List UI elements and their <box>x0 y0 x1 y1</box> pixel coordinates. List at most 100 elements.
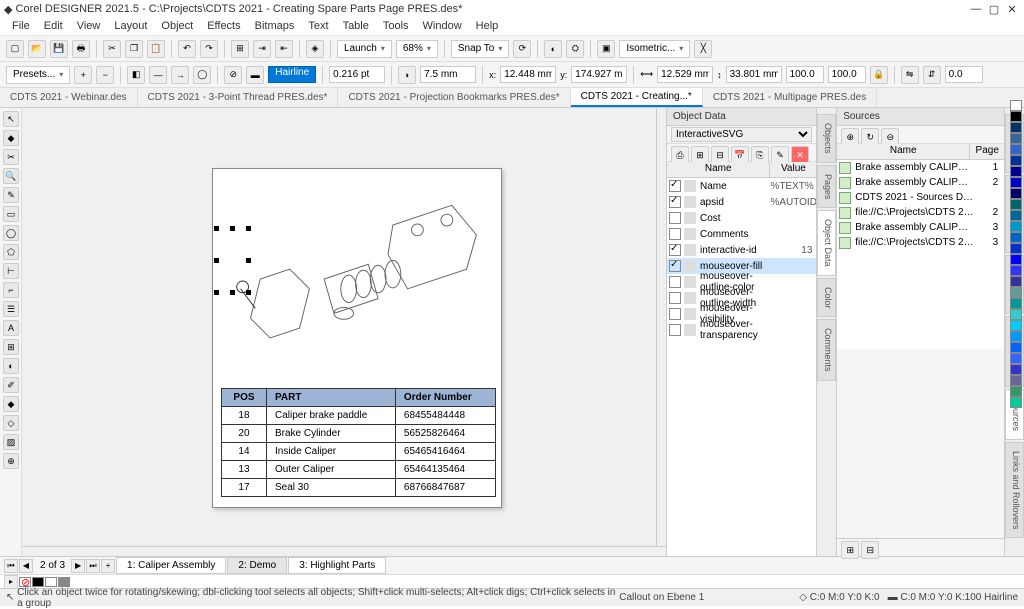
refresh-icon[interactable]: ⟳ <box>513 40 531 58</box>
freehand-tool[interactable]: ✎ <box>3 187 19 203</box>
color-swatch[interactable] <box>1010 122 1022 133</box>
palette-gray[interactable] <box>58 577 70 587</box>
snap-dropdown[interactable]: Snap To <box>451 40 510 58</box>
transparency-tool[interactable]: ▨ <box>3 434 19 450</box>
doc-tab[interactable]: CDTS 2021 - Multipage PRES.des <box>703 88 877 107</box>
menu-window[interactable]: Window <box>417 20 468 33</box>
color-swatch[interactable] <box>1010 166 1022 177</box>
doc-tab[interactable]: CDTS 2021 - Webinar.des <box>0 88 138 107</box>
rotation-input[interactable] <box>945 66 983 83</box>
page-tab[interactable]: 2: Demo <box>227 557 287 574</box>
close-button[interactable]: ✕ <box>1004 2 1020 16</box>
menu-layout[interactable]: Layout <box>108 20 153 33</box>
cap-icon[interactable]: ◗ <box>398 66 416 84</box>
import-icon[interactable]: ⇥ <box>253 40 271 58</box>
line-icon[interactable]: — <box>149 66 167 84</box>
page-tab[interactable]: 3: Highlight Parts <box>288 557 386 574</box>
doc-tab[interactable]: CDTS 2021 - Creating...* <box>571 88 703 107</box>
scale-y-input[interactable] <box>828 66 866 83</box>
lock-icon[interactable]: 🔒 <box>870 66 888 84</box>
publish-icon[interactable]: ◈ <box>306 40 324 58</box>
checkbox[interactable] <box>669 292 681 304</box>
color-swatch[interactable] <box>1010 254 1022 265</box>
x-input[interactable] <box>500 66 556 83</box>
checkbox[interactable] <box>669 212 681 224</box>
picker-icon[interactable]: ◐ <box>544 40 562 58</box>
add-preset-icon[interactable]: + <box>74 66 92 84</box>
checkbox[interactable] <box>669 228 681 240</box>
crop-tool[interactable]: ✂ <box>3 149 19 165</box>
docker-tab[interactable]: Pages <box>817 165 836 209</box>
outline-width-input[interactable] <box>329 66 385 83</box>
source-row[interactable]: Brake assembly CALIPER LIST.xls3 <box>837 220 1004 235</box>
source-row[interactable]: Brake assembly CALIPER LIST.xls2 <box>837 175 1004 190</box>
sources-list[interactable]: Brake assembly CALIPER LIST.xls1Brake as… <box>837 160 1004 349</box>
vertical-scrollbar[interactable] <box>656 108 666 546</box>
checkbox[interactable] <box>669 276 681 288</box>
color-swatch[interactable] <box>1010 111 1022 122</box>
maximize-button[interactable]: ▢ <box>986 2 1002 16</box>
3d-icon[interactable]: ▣ <box>597 40 615 58</box>
options-icon[interactable]: ⛭ <box>566 40 584 58</box>
fill-solid-icon[interactable]: ▬ <box>246 66 264 84</box>
source-row[interactable]: CDTS 2021 - Sources Docker PRES.... <box>837 190 1004 205</box>
page-tab[interactable]: 1: Caliper Assembly <box>116 557 226 574</box>
page-first-icon[interactable]: ⏮ <box>4 559 18 573</box>
checkbox[interactable] <box>669 308 681 320</box>
outline-tool[interactable]: ◇ <box>3 415 19 431</box>
checkbox[interactable] <box>669 260 681 272</box>
projection-dropdown[interactable]: Isometric... <box>619 40 690 58</box>
y-input[interactable] <box>571 66 627 83</box>
color-swatch[interactable] <box>1010 188 1022 199</box>
color-swatch[interactable] <box>1010 353 1022 364</box>
object-data-row[interactable]: apsid%AUTOID% <box>667 194 816 210</box>
checkbox[interactable] <box>669 180 681 192</box>
shape-icon[interactable]: ◯ <box>193 66 211 84</box>
docker-tab[interactable]: Objects <box>817 114 836 163</box>
zoom-tool[interactable]: 🔍 <box>3 168 19 184</box>
effects-tool[interactable]: ◐ <box>3 358 19 374</box>
arrow-icon[interactable]: → <box>171 66 189 84</box>
source-row[interactable]: Brake assembly CALIPER LIST.xls1 <box>837 160 1004 175</box>
color-swatch[interactable] <box>1010 397 1022 408</box>
color-swatch[interactable] <box>1010 265 1022 276</box>
color-swatch[interactable] <box>1010 375 1022 386</box>
flip-h-icon[interactable]: ⇋ <box>901 66 919 84</box>
object-data-list[interactable]: Name%TEXT%apsid%AUTOID%CostCommentsinter… <box>667 178 816 556</box>
color-swatch[interactable] <box>1010 177 1022 188</box>
color-swatch[interactable] <box>1010 342 1022 353</box>
color-swatch[interactable] <box>1010 133 1022 144</box>
horizontal-scrollbar[interactable] <box>22 546 666 556</box>
docker-tab[interactable]: Links and Rollovers <box>1005 442 1024 539</box>
cut-icon[interactable]: ✂ <box>103 40 121 58</box>
shape-tool[interactable]: ◆ <box>3 130 19 146</box>
menu-tools[interactable]: Tools <box>377 20 415 33</box>
plus-tool[interactable]: ⊕ <box>3 453 19 469</box>
color-swatch[interactable] <box>1010 309 1022 320</box>
callout-tool[interactable]: ☰ <box>3 301 19 317</box>
source-row[interactable]: file://C:\Projects\CDTS 2021 - Crea...2 <box>837 205 1004 220</box>
color-swatch[interactable] <box>1010 243 1022 254</box>
flip-v-icon[interactable]: ⇵ <box>923 66 941 84</box>
menu-effects[interactable]: Effects <box>201 20 246 33</box>
canvas[interactable]: POSPARTOrder Number18Caliper brake paddl… <box>22 108 666 556</box>
schema-select[interactable]: InteractiveSVG <box>671 127 812 142</box>
fill-tool[interactable]: ◆ <box>3 396 19 412</box>
callout-icon[interactable]: ◧ <box>127 66 145 84</box>
print-icon[interactable]: 🖶 <box>72 40 90 58</box>
zoom-dropdown[interactable]: 68% <box>396 40 438 58</box>
units-input[interactable] <box>420 66 476 83</box>
pick-tool[interactable]: ↖ <box>3 111 19 127</box>
menu-text[interactable]: Text <box>302 20 334 33</box>
object-data-row[interactable]: interactive-id13 <box>667 242 816 258</box>
object-data-row[interactable]: mouseover-transparency <box>667 322 816 338</box>
h-input[interactable] <box>726 66 782 83</box>
color-swatch[interactable] <box>1010 276 1022 287</box>
dimension-tool[interactable]: ⊢ <box>3 263 19 279</box>
color-swatch[interactable] <box>1010 232 1022 243</box>
object-data-row[interactable]: Name%TEXT% <box>667 178 816 194</box>
color-swatch[interactable] <box>1010 210 1022 221</box>
minimize-button[interactable]: — <box>968 2 984 16</box>
menu-object[interactable]: Object <box>155 20 199 33</box>
page-last-icon[interactable]: ⏭ <box>86 559 100 573</box>
